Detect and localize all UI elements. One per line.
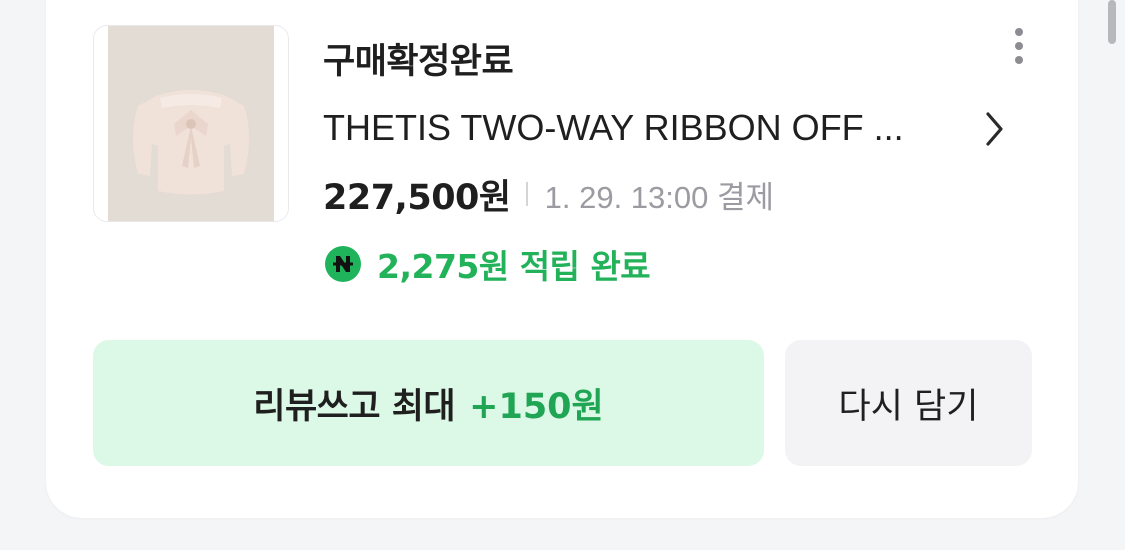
price-row: 227,500원 1. 29. 13:00 결제 [323, 170, 774, 218]
points-row: 2,275원 적립 완료 [325, 240, 651, 288]
product-name[interactable]: THETIS TWO-WAY RIBBON OFF ... [323, 107, 953, 149]
review-reward-amount: +150원 [469, 386, 604, 427]
add-to-cart-again-button[interactable]: 다시 담기 [785, 340, 1032, 466]
naver-pay-icon [325, 246, 361, 282]
sweater-image [94, 26, 288, 221]
more-vertical-icon[interactable] [1007, 25, 1031, 69]
payment-date: 1. 29. 13:00 결제 [544, 179, 775, 215]
order-price: 227,500원 [323, 177, 511, 218]
write-review-button[interactable]: 리뷰쓰고 최대 +150원 [93, 340, 764, 466]
review-button-label: 리뷰쓰고 최대 [253, 386, 456, 427]
chevron-right-icon[interactable] [982, 110, 1006, 148]
scrollbar[interactable] [1108, 0, 1116, 44]
product-thumbnail[interactable] [93, 25, 289, 222]
order-status: 구매확정완료 [323, 42, 514, 82]
points-earned: 2,275원 적립 완료 [377, 247, 651, 286]
divider [525, 182, 528, 206]
